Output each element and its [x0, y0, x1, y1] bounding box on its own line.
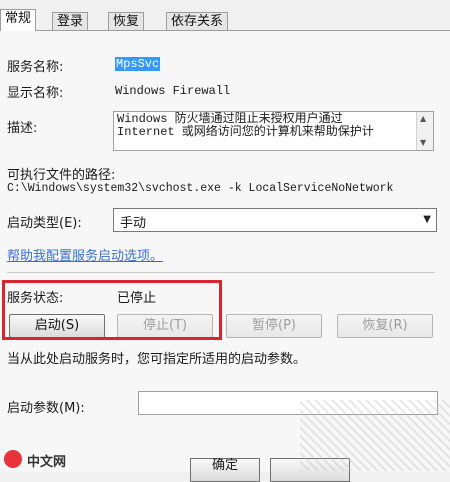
- tab-recovery[interactable]: 恢复: [108, 12, 145, 30]
- exec-path-label: 可执行文件的路径:: [7, 168, 116, 183]
- highlight-frame: [2, 280, 222, 340]
- scroll-down-icon[interactable]: ▼: [420, 138, 426, 147]
- tab-general[interactable]: 常规: [0, 9, 37, 31]
- help-configure-link[interactable]: 帮助我配置服务启动选项。: [7, 245, 163, 264]
- watermark-pattern: [300, 400, 450, 471]
- watermark-text: 中文网: [27, 455, 67, 470]
- description-text: Windows 防火墙通过阻止未授权用户通过 Internet 或网络访问您的计…: [117, 113, 407, 139]
- chevron-down-icon: ▼: [423, 214, 431, 225]
- watermark-logo-icon: [4, 450, 22, 468]
- ok-button[interactable]: 确定: [190, 458, 260, 482]
- tab-dependencies[interactable]: 依存关系: [166, 12, 229, 30]
- description-line-2: Internet 或网络访问您的计算机来帮助保护计: [117, 125, 374, 139]
- description-box[interactable]: Windows 防火墙通过阻止未授权用户通过 Internet 或网络访问您的计…: [113, 111, 434, 151]
- description-label: 描述:: [7, 121, 38, 136]
- pause-button[interactable]: 暂停(P): [226, 314, 322, 338]
- service-name-value[interactable]: MpsSvc: [115, 57, 161, 71]
- service-name-text: MpsSvc: [115, 57, 161, 71]
- service-name-label: 服务名称:: [7, 60, 64, 75]
- exec-path-value: C:\Windows\system32\svchost.exe -k Local…: [7, 182, 394, 195]
- tab-strip: 常规 登录 恢复 依存关系: [0, 0, 450, 31]
- section-divider: [7, 272, 435, 273]
- display-name-value: Windows Firewall: [115, 84, 231, 98]
- tab-logon[interactable]: 登录: [52, 12, 89, 30]
- startup-type-value: 手动: [120, 216, 147, 231]
- start-params-hint: 当从此处启动服务时，您可指定所适用的启动参数。: [7, 352, 307, 367]
- scroll-up-icon[interactable]: ▲: [420, 114, 426, 123]
- description-scrollbar[interactable]: ▲ ▼: [416, 112, 433, 150]
- resume-button[interactable]: 恢复(R): [337, 314, 433, 338]
- display-name-label: 显示名称:: [7, 86, 64, 101]
- start-params-label: 启动参数(M):: [7, 401, 85, 416]
- startup-type-select[interactable]: 手动 ▼: [113, 208, 437, 232]
- startup-type-label: 启动类型(E):: [7, 216, 82, 231]
